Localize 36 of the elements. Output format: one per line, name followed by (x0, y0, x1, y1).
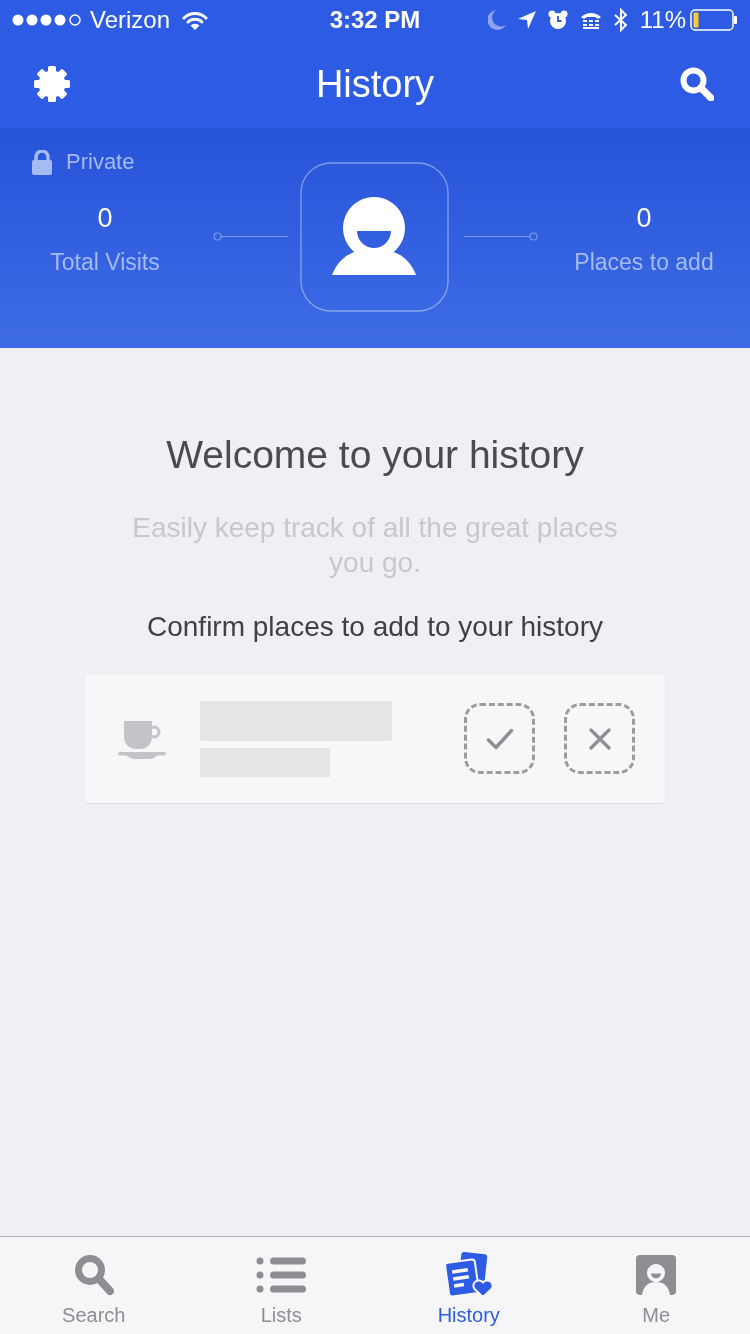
privacy-label: Private (66, 148, 135, 176)
confirm-prompt: Confirm places to add to your history (147, 610, 603, 644)
signal-icon (12, 14, 82, 26)
welcome-heading: Welcome to your history (166, 432, 584, 478)
search-icon (680, 67, 714, 101)
moon-icon (487, 10, 506, 30)
cup-icon (118, 718, 166, 759)
tab-item[interactable]: Me (562, 1237, 750, 1334)
tab-item[interactable]: Lists (187, 1237, 375, 1334)
avatar-icon (300, 162, 449, 312)
search-button[interactable] (680, 67, 714, 101)
list-icon (256, 1256, 307, 1294)
tty-icon (579, 11, 602, 29)
tab-item[interactable]: History (375, 1237, 563, 1334)
bluetooth-icon (613, 8, 628, 32)
stat-label: Places to add (574, 248, 714, 277)
profile-icon (636, 1255, 677, 1295)
reject-button[interactable] (564, 703, 635, 774)
location-arrow-icon (517, 11, 536, 29)
confirm-button[interactable] (464, 703, 535, 774)
carrier-name: Verizon (90, 5, 171, 35)
battery-percent: 11% (639, 5, 686, 35)
search-icon (73, 1254, 114, 1296)
page-title: History (315, 62, 435, 107)
document-heart-icon (443, 1252, 494, 1298)
alarm-clock-icon (547, 10, 568, 30)
wifi-icon (182, 10, 209, 30)
status-time: 3:32 PM (329, 5, 421, 35)
close-icon (588, 727, 611, 750)
stat-value: 0 (636, 202, 652, 235)
lock-icon (32, 149, 52, 175)
tab-item[interactable]: Search (0, 1237, 188, 1334)
stat-label: Total Visits (50, 248, 160, 277)
check-icon (485, 727, 514, 750)
stat-value: 0 (97, 202, 113, 235)
battery-icon (690, 9, 738, 31)
